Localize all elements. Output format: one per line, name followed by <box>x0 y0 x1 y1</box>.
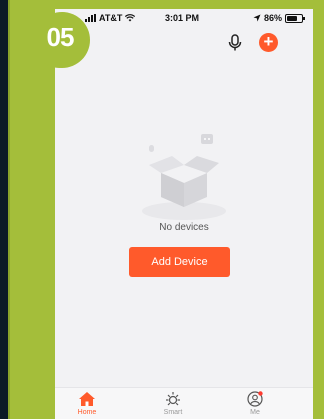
status-right: 86% <box>253 13 305 23</box>
sun-icon <box>166 392 180 406</box>
home-icon <box>79 392 95 406</box>
tab-smart[interactable]: Smart <box>153 391 193 416</box>
battery-percent: 86% <box>263 13 282 23</box>
step-number: 05 <box>46 22 75 52</box>
tab-smart-label: Smart <box>163 409 183 416</box>
add-device-button[interactable]: Add Device <box>129 247 230 277</box>
left-edge-strip <box>0 0 8 419</box>
tab-me-label: Me <box>250 409 260 416</box>
tab-home-label: Home <box>77 409 97 416</box>
battery-fill <box>287 15 298 21</box>
tab-me[interactable]: Me <box>235 391 275 416</box>
status-time: 3:01 PM <box>165 13 200 23</box>
location-icon <box>253 14 261 22</box>
empty-state-message: No devices <box>159 222 209 233</box>
carrier-label: AT&T <box>99 13 123 23</box>
frame-edge <box>8 0 10 419</box>
wifi-icon <box>125 14 136 22</box>
user-icon <box>247 391 263 407</box>
tab-bar: Home Smart Me <box>55 387 313 419</box>
battery-icon <box>285 13 305 23</box>
microphone-icon[interactable] <box>227 34 243 52</box>
tab-home[interactable]: Home <box>67 391 107 416</box>
plus-icon[interactable]: + <box>259 33 278 52</box>
empty-box-illustration <box>142 134 226 220</box>
